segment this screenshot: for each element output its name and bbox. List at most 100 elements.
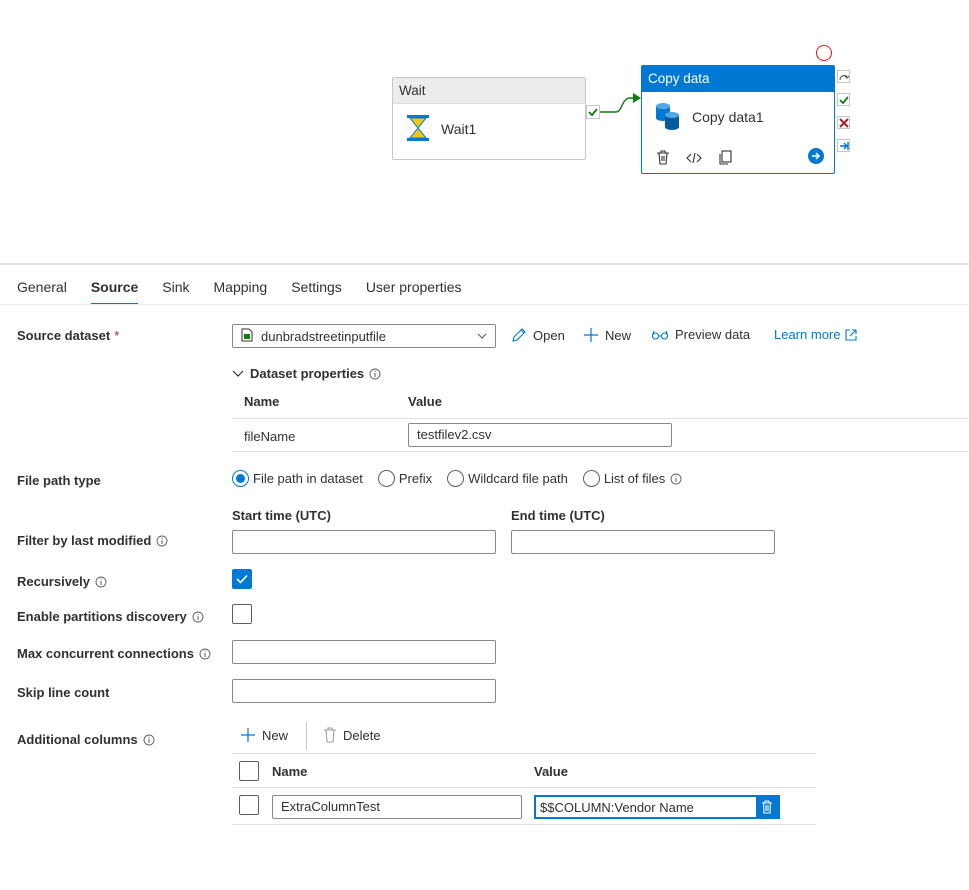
skip-line-count-label: Skip line count — [17, 685, 110, 700]
dataset-props-row-line — [232, 451, 969, 452]
columns-top-line — [232, 753, 816, 754]
columns-value-header: Value — [534, 764, 568, 779]
new-dataset-label: New — [605, 327, 632, 343]
additional-columns-label: Additional columns — [17, 732, 155, 747]
start-time-input[interactable] — [232, 530, 496, 554]
skip-port[interactable] — [837, 70, 850, 83]
select-all-columns-checkbox[interactable] — [239, 761, 259, 781]
additional-columns-text: Additional columns — [17, 732, 138, 747]
properties-tabs: General Source Sink Mapping Settings Use… — [17, 279, 486, 305]
completion-port[interactable] — [837, 139, 850, 152]
source-dataset-label: Source dataset * — [17, 328, 119, 343]
source-dataset-label-text: Source dataset — [17, 328, 111, 343]
code-icon[interactable] — [686, 151, 702, 165]
required-asterisk: * — [114, 328, 120, 343]
info-icon — [95, 576, 107, 587]
go-arrow-icon[interactable] — [808, 148, 824, 167]
glasses-icon — [651, 330, 669, 340]
clear-value-button[interactable] — [756, 796, 778, 818]
clone-icon[interactable] — [718, 150, 732, 165]
wait-success-port[interactable] — [586, 105, 600, 119]
radio-file-path-in-dataset[interactable]: File path in dataset — [232, 470, 363, 487]
filter-last-modified-text: Filter by last modified — [17, 533, 152, 548]
row-select-checkbox[interactable] — [239, 795, 259, 815]
radio-indicator — [377, 470, 395, 487]
partitions-discovery-checkbox[interactable] — [232, 604, 252, 624]
wait-activity-type: Wait — [393, 78, 585, 104]
column-value-text: $$COLUMN:Vendor Name — [540, 799, 694, 815]
copy-activity-type: Copy data — [642, 66, 834, 92]
delete-column-label: Delete — [343, 727, 381, 743]
tabs-underline — [0, 304, 969, 305]
max-connections-input[interactable] — [232, 640, 496, 664]
radio-label: File path in dataset — [253, 471, 363, 486]
edit-pencil-icon — [512, 328, 526, 342]
copy-data-activity[interactable]: Copy data Copy data1 — [641, 65, 835, 174]
info-icon — [192, 611, 204, 622]
source-dataset-value: dunbradstreetinputfile — [261, 328, 387, 344]
end-time-input[interactable] — [511, 530, 775, 554]
tab-source[interactable]: Source — [90, 279, 139, 305]
trash-icon — [762, 800, 772, 814]
wait-activity-name: Wait1 — [441, 121, 477, 137]
plus-icon — [584, 328, 598, 342]
columns-bottom-line — [232, 824, 816, 825]
redo-arrow-icon — [838, 74, 849, 80]
new-dataset-button[interactable]: New — [583, 327, 631, 343]
tab-settings[interactable]: Settings — [291, 279, 342, 305]
success-connector[interactable] — [600, 92, 642, 116]
canvas-divider — [0, 263, 969, 265]
open-label: Open — [533, 327, 565, 343]
column-name-input[interactable]: ExtraColumnTest — [272, 795, 522, 819]
tab-sink[interactable]: Sink — [162, 279, 189, 305]
preview-data-button[interactable]: Preview data — [651, 327, 750, 342]
radio-list-of-files[interactable]: List of files — [582, 470, 682, 487]
radio-prefix[interactable]: Prefix — [377, 470, 433, 487]
radio-wildcard-file-path[interactable]: Wildcard file path — [447, 470, 568, 487]
source-dataset-dropdown[interactable]: dunbradstreetinputfile — [232, 324, 496, 348]
learn-more-link[interactable]: Learn more — [774, 327, 863, 342]
breakpoint-indicator[interactable] — [816, 45, 832, 61]
info-icon — [199, 648, 211, 659]
column-value-input[interactable]: $$COLUMN:Vendor Name — [534, 795, 780, 819]
success-check-icon — [588, 108, 598, 117]
radio-label: List of files — [603, 471, 666, 486]
dataset-file-icon — [241, 328, 253, 345]
failure-port[interactable] — [837, 116, 850, 129]
open-dataset-button[interactable]: Open — [511, 327, 565, 343]
completion-arrow-icon — [839, 141, 849, 150]
recursively-checkbox[interactable] — [232, 569, 252, 589]
info-icon — [369, 368, 381, 379]
success-port[interactable] — [837, 93, 850, 106]
max-connections-label: Max concurrent connections — [17, 646, 211, 661]
skip-line-count-input[interactable] — [232, 679, 496, 703]
radio-selected-indicator — [232, 470, 249, 487]
radio-indicator — [447, 470, 465, 487]
columns-name-header: Name — [272, 764, 308, 779]
file-path-type-radio-group: File path in dataset Prefix Wildcard fil… — [232, 470, 697, 487]
radio-indicator — [582, 470, 600, 487]
hourglass-icon — [405, 114, 431, 145]
columns-header-line — [232, 787, 816, 788]
dataset-props-name-header: Name — [244, 394, 280, 409]
tab-general[interactable]: General — [17, 279, 67, 305]
info-icon — [143, 734, 155, 745]
chevron-down-icon — [477, 333, 487, 339]
success-check-icon — [838, 95, 849, 104]
wait-activity[interactable]: Wait Wait1 — [392, 77, 586, 160]
learn-more-label: Learn more — [774, 327, 841, 342]
tab-user-properties[interactable]: User properties — [366, 279, 462, 305]
tab-mapping[interactable]: Mapping — [214, 279, 268, 305]
radio-label: Prefix — [398, 471, 433, 486]
delete-icon[interactable] — [656, 150, 670, 165]
filename-input[interactable]: testfilev2.csv — [408, 423, 672, 447]
partitions-discovery-text: Enable partitions discovery — [17, 609, 187, 624]
dataset-props-header-line — [232, 418, 969, 419]
add-column-label: New — [262, 727, 289, 743]
add-column-button[interactable]: New — [240, 727, 288, 743]
delete-column-button[interactable]: Delete — [323, 727, 381, 743]
pipeline-canvas[interactable]: Wait Wait1 Copy data Copy data1 — [0, 0, 969, 264]
dataset-properties-title: Dataset properties — [250, 366, 365, 381]
dataset-properties-toggle[interactable]: Dataset properties — [232, 366, 387, 381]
dataset-props-value-header: Value — [408, 394, 442, 409]
